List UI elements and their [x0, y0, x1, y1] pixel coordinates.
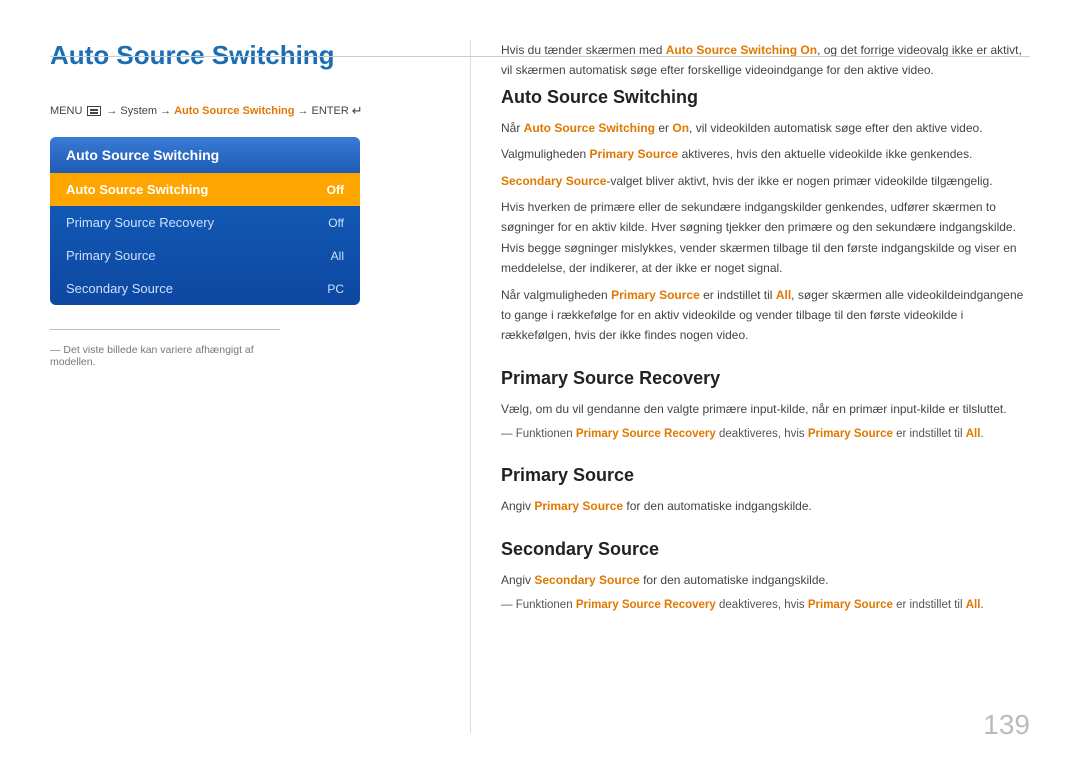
secondary-note-1: Funktionen Primary Source Recovery deakt…	[501, 596, 1030, 614]
h5: Primary Source	[611, 288, 700, 302]
menu-item-label-3: Secondary Source	[66, 281, 173, 296]
page-title: Auto Source Switching	[50, 40, 430, 79]
auto-para-5: Når valgmuligheden Primary Source er ind…	[501, 285, 1030, 346]
h2: On	[672, 121, 689, 135]
menu-item-primary-recovery[interactable]: Primary Source Recovery Off	[50, 206, 360, 239]
right-column: Hvis du tænder skærmen med Auto Source S…	[470, 40, 1030, 733]
menu-item-value-2: All	[331, 249, 344, 263]
h14: All	[966, 599, 981, 611]
section-title-secondary: Secondary Source	[501, 539, 1030, 560]
menu-box: Auto Source Switching Auto Source Switch…	[50, 137, 360, 305]
menu-path: MENU → System → Auto Source Switching → …	[50, 103, 430, 119]
footnote-text: — Det viste billede kan variere afhængig…	[50, 344, 280, 368]
menu-item-value-0: Off	[327, 183, 344, 197]
h12: Primary Source Recovery	[576, 599, 716, 611]
enter-label: ENTER	[311, 105, 348, 117]
menu-box-header: Auto Source Switching	[50, 137, 360, 173]
top-divider	[50, 56, 1030, 57]
h8: Primary Source	[808, 428, 893, 440]
arrow3: →	[297, 105, 308, 117]
arrow1: →	[106, 105, 117, 117]
auto-para-2: Valgmuligheden Primary Source aktiveres,…	[501, 144, 1030, 164]
h3: Primary Source	[590, 147, 679, 161]
h7: Primary Source Recovery	[576, 428, 716, 440]
section-title-recovery: Primary Source Recovery	[501, 368, 1030, 389]
h10: Primary Source	[534, 499, 623, 513]
menu-item-value-3: PC	[327, 282, 344, 296]
intro-highlight: Auto Source Switching On	[666, 43, 817, 57]
recovery-para-1: Vælg, om du vil gendanne den valgte prim…	[501, 399, 1030, 419]
primary-para-1: Angiv Primary Source for den automatiske…	[501, 496, 1030, 516]
menu-item-label-0: Auto Source Switching	[66, 182, 208, 197]
section-title-auto: Auto Source Switching	[501, 87, 1030, 108]
section-title-primary: Primary Source	[501, 465, 1030, 486]
h11: Secondary Source	[534, 573, 639, 587]
h6: All	[776, 288, 791, 302]
left-footnote: — Det viste billede kan variere afhængig…	[50, 329, 280, 368]
recovery-note-1: Funktionen Primary Source Recovery deakt…	[501, 425, 1030, 443]
menu-item-primary-source[interactable]: Primary Source All	[50, 239, 360, 272]
system-label: System	[120, 105, 157, 117]
menu-item-secondary-source[interactable]: Secondary Source PC	[50, 272, 360, 305]
intro-text: Hvis du tænder skærmen med Auto Source S…	[501, 40, 1030, 81]
section-primary-source: Primary Source Angiv Primary Source for …	[501, 465, 1030, 516]
menu-item-label-1: Primary Source Recovery	[66, 215, 214, 230]
auto-source-label: Auto Source Switching	[174, 105, 294, 117]
h1: Auto Source Switching	[524, 121, 655, 135]
h13: Primary Source	[808, 599, 893, 611]
page-number: 139	[983, 709, 1030, 741]
menu-label: MENU	[50, 105, 82, 117]
arrow2: →	[160, 105, 171, 117]
menu-item-label-2: Primary Source	[66, 248, 156, 263]
enter-icon: ↵	[352, 103, 363, 119]
h9: All	[966, 428, 981, 440]
auto-para-3: Secondary Source-valget bliver aktivt, h…	[501, 171, 1030, 191]
left-column: Auto Source Switching MENU → System → Au…	[50, 40, 470, 733]
section-secondary-source: Secondary Source Angiv Secondary Source …	[501, 539, 1030, 615]
secondary-para-1: Angiv Secondary Source for den automatis…	[501, 570, 1030, 590]
menu-icon	[87, 106, 101, 116]
menu-item-value-1: Off	[328, 216, 344, 230]
section-primary-source-recovery: Primary Source Recovery Vælg, om du vil …	[501, 368, 1030, 444]
auto-para-1: Når Auto Source Switching er On, vil vid…	[501, 118, 1030, 138]
auto-para-4: Hvis hverken de primære eller de sekundæ…	[501, 197, 1030, 279]
section-auto-source-switching: Auto Source Switching Når Auto Source Sw…	[501, 87, 1030, 346]
h4: Secondary Source	[501, 174, 606, 188]
menu-item-auto-source[interactable]: Auto Source Switching Off	[50, 173, 360, 206]
